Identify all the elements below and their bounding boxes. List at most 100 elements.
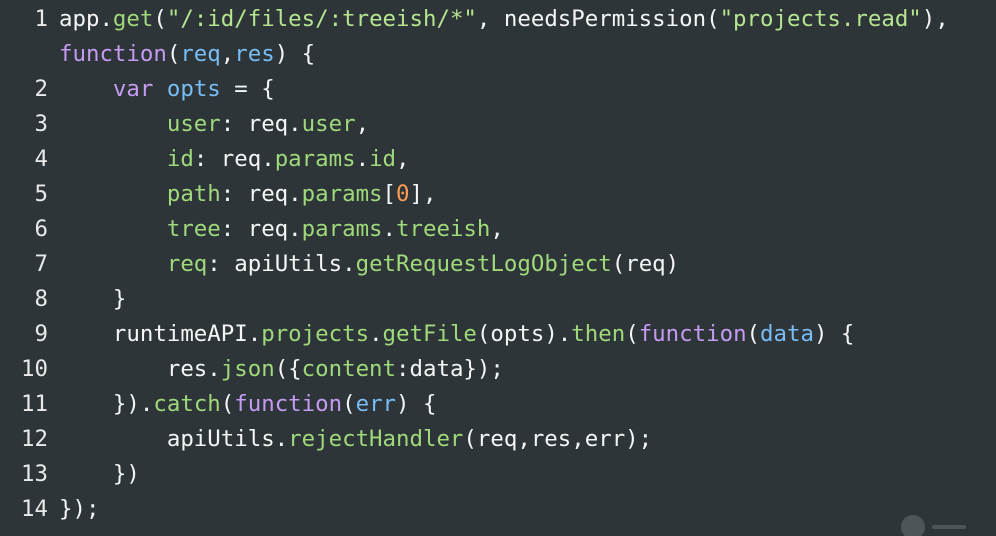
code-line: 6 tree: req.params.treeish, <box>0 212 996 247</box>
code-content: } <box>59 282 127 317</box>
code-token: runtimeAPI. <box>59 321 262 347</box>
code-content: runtimeAPI.projects.getFile(opts).then(f… <box>59 317 855 352</box>
code-token: req <box>180 41 221 67</box>
code-token: ( <box>625 321 639 347</box>
code-token: rejectHandler <box>288 426 464 452</box>
line-number: 8 <box>34 286 48 312</box>
code-line: 3 user: req.user, <box>0 107 996 142</box>
code-token: id <box>369 146 397 172</box>
code-token: params <box>274 146 356 172</box>
line-number: 2 <box>34 76 48 102</box>
line-number: 11 <box>21 391 48 417</box>
code-token: getFile <box>382 321 477 347</box>
code-token: req <box>166 251 208 277</box>
code-token: then <box>571 321 626 347</box>
line-number: 1 <box>34 6 48 32</box>
code-token: res <box>234 41 275 67</box>
code-line: 11 }).catch(function(err) { <box>0 387 996 422</box>
code-token: ( <box>153 6 167 32</box>
code-line: 2 var opts = { <box>0 72 996 107</box>
code-token: , <box>490 216 504 242</box>
code-content: function(req,res) { <box>59 37 315 72</box>
code-token: app. <box>59 6 113 32</box>
code-content: }).catch(function(err) { <box>59 387 437 422</box>
code-line: 5 path: req.params[0], <box>0 177 996 212</box>
code-content: var opts = { <box>59 72 275 107</box>
code-token: getRequestLogObject <box>355 251 612 277</box>
code-line: 9 runtimeAPI.projects.getFile(opts).then… <box>0 317 996 352</box>
code-token: "/:id/files/:treeish/*" <box>166 6 477 32</box>
code-content: res.json({content:data}); <box>59 352 504 387</box>
code-token: ( <box>746 321 761 347</box>
code-token: ( <box>220 391 235 417</box>
code-token: user <box>301 111 356 137</box>
line-number: 12 <box>21 426 48 452</box>
line-number: 4 <box>34 146 48 172</box>
code-token: id <box>166 146 194 172</box>
code-token: function <box>638 321 747 347</box>
code-token: ) { <box>396 391 437 417</box>
line-number: 14 <box>21 496 48 522</box>
line-number: 13 <box>21 461 48 487</box>
code-token: ), <box>921 6 949 32</box>
code-token: , <box>355 111 370 137</box>
line-number: 6 <box>34 216 48 242</box>
code-token: ({ <box>274 356 302 382</box>
code-token: , <box>396 146 410 172</box>
code-token: 0 <box>396 181 410 207</box>
code-token: err <box>355 391 397 417</box>
line-number: 10 <box>21 356 48 382</box>
code-content: req: apiUtils.getRequestLogObject(req) <box>59 247 679 282</box>
code-token: (opts). <box>476 321 572 347</box>
code-token: ( <box>166 41 181 67</box>
line-number: 5 <box>34 181 48 207</box>
code-line: 8 } <box>0 282 996 317</box>
code-token: }) <box>59 461 140 487</box>
code-token: function <box>234 391 343 417</box>
code-token: ) { <box>813 321 855 347</box>
code-content: path: req.params[0], <box>59 177 437 212</box>
code-line: function(req,res) { <box>0 37 996 72</box>
code-token: = { <box>220 76 275 102</box>
code-token: treeish <box>396 216 491 242</box>
code-token: : apiUtils. <box>207 251 356 277</box>
code-token: : req. <box>193 146 275 172</box>
code-content: tree: req.params.treeish, <box>59 212 504 247</box>
code-token: res. <box>59 356 221 382</box>
code-token: var <box>112 76 154 102</box>
code-token: catch <box>153 391 221 417</box>
code-token: }); <box>59 496 100 522</box>
code-line: 7 req: apiUtils.getRequestLogObject(req) <box>0 247 996 282</box>
line-number: 9 <box>34 321 48 347</box>
code-editor: 1 app.get("/:id/files/:treeish/*", needsP… <box>0 0 996 536</box>
line-number: 3 <box>34 111 48 137</box>
code-line: 1 app.get("/:id/files/:treeish/*", needsP… <box>0 2 996 37</box>
code-line: 4 id: req.params.id, <box>0 142 996 177</box>
code-token: . <box>355 146 370 172</box>
code-content: id: req.params.id, <box>59 142 410 177</box>
code-token: params <box>301 181 383 207</box>
code-line: 14}); <box>0 492 996 527</box>
code-token: opts <box>166 76 221 102</box>
code-token: "projects.read" <box>719 6 922 32</box>
code-token: ], <box>409 181 437 207</box>
code-content: }) <box>59 457 140 492</box>
code-token: apiUtils. <box>59 426 289 452</box>
code-content: apiUtils.rejectHandler(req,res,err); <box>59 422 652 457</box>
code-token: (req,res,err); <box>463 426 653 452</box>
code-token: (req) <box>611 251 680 277</box>
code-token: data <box>760 321 814 347</box>
code-token: : req. <box>220 111 302 137</box>
code-token: , needsPermission( <box>476 6 720 32</box>
code-content: app.get("/:id/files/:treeish/*", needsPe… <box>59 2 949 37</box>
code-token: , <box>220 41 235 67</box>
code-token: ( <box>342 391 356 417</box>
code-token: json <box>220 356 275 382</box>
code-content: }); <box>59 492 99 527</box>
